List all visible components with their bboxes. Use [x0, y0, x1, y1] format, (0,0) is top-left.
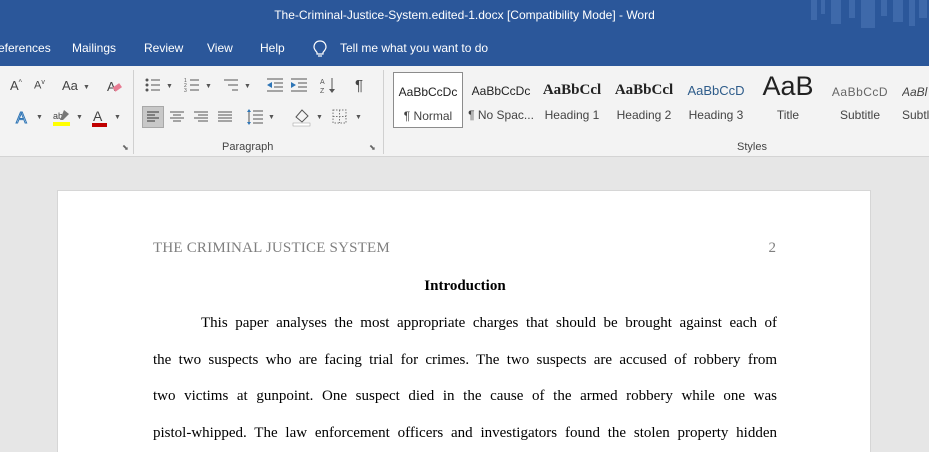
lightbulb-icon — [313, 40, 327, 57]
decrease-indent-icon[interactable] — [266, 77, 284, 93]
style-label: Heading 1 — [544, 108, 600, 122]
svg-text:Z: Z — [320, 88, 325, 94]
chevron-down-icon[interactable]: ▼ — [83, 84, 90, 91]
style-sample: AaBbCcl — [614, 82, 674, 98]
chevron-down-icon[interactable]: ▼ — [244, 83, 251, 90]
style-sample: AaB — [762, 71, 814, 101]
group-divider — [383, 70, 384, 154]
chevron-down-icon[interactable]: ▼ — [316, 114, 323, 121]
justify-icon[interactable] — [217, 108, 233, 126]
paragraph-line: the two suspects who are facing trial fo… — [153, 352, 777, 368]
style-heading-1[interactable]: AaBbCcl Heading 1 — [539, 72, 605, 128]
ribbon-tabs: eferences Mailings Review View Help Tell… — [0, 32, 929, 66]
style-no-spacing[interactable]: AaBbCcDc ¶ No Spac... — [465, 72, 537, 128]
tab-help[interactable]: Help — [260, 41, 285, 55]
chevron-down-icon[interactable]: ▼ — [166, 83, 173, 90]
text-effects-icon[interactable]: A — [14, 108, 32, 127]
ribbon: A^ Av Aa ▼ A A ▼ ab ▼ A ▼ ⬊ ▼ 123 ▼ ▼ A … — [0, 66, 929, 157]
paragraph-dialog-launcher-icon[interactable]: ⬊ — [369, 143, 376, 152]
style-label: Subtitle — [839, 108, 881, 122]
grow-font-icon[interactable]: A^ — [10, 78, 22, 93]
svg-text:A: A — [93, 108, 103, 124]
style-label: ¶ Normal — [403, 109, 453, 123]
chevron-down-icon[interactable]: ▼ — [76, 114, 83, 121]
group-divider — [133, 70, 134, 154]
style-label: ¶ No Spac... — [468, 108, 534, 122]
increase-indent-icon[interactable] — [290, 77, 308, 93]
chevron-down-icon[interactable]: ▼ — [205, 83, 212, 90]
borders-icon[interactable] — [332, 109, 348, 125]
style-heading-2[interactable]: AaBbCcl Heading 2 — [611, 72, 677, 128]
font-color-icon[interactable]: A — [91, 108, 109, 128]
style-label: Title — [776, 108, 800, 122]
align-right-icon[interactable] — [193, 108, 209, 126]
multilevel-list-icon[interactable] — [222, 77, 240, 93]
title-bar-pattern — [811, 0, 927, 28]
chevron-down-icon[interactable]: ▼ — [355, 114, 362, 121]
bullets-icon[interactable] — [145, 77, 161, 93]
style-label: Heading 2 — [616, 108, 672, 122]
svg-text:A: A — [320, 79, 325, 86]
style-label: Heading 3 — [688, 108, 744, 122]
styles-group-label: Styles — [737, 141, 767, 153]
style-label: Subtl — [902, 108, 929, 122]
style-sample: AaBbCcDc — [471, 84, 531, 98]
paragraph-line: pistol-whipped. The law enforcement offi… — [153, 425, 777, 441]
tab-view[interactable]: View — [207, 41, 233, 55]
align-left-icon — [147, 111, 159, 122]
tab-references[interactable]: eferences — [0, 41, 51, 55]
highlight-color-icon[interactable]: ab — [52, 108, 72, 128]
tab-mailings[interactable]: Mailings — [72, 41, 116, 55]
style-subtle-emphasis[interactable]: AaBl Subtl — [899, 72, 929, 128]
style-sample: AaBbCcl — [542, 82, 602, 98]
style-sample: AaBbCcDc — [398, 85, 458, 99]
shrink-font-icon[interactable]: Av — [34, 79, 45, 92]
chevron-down-icon[interactable]: ▼ — [114, 114, 121, 121]
tell-me-search[interactable]: Tell me what you want to do — [340, 41, 488, 55]
title-bar: The-Criminal-Justice-System.edited-1.doc… — [0, 0, 929, 32]
sort-icon[interactable]: A Z — [320, 76, 336, 94]
change-case-button[interactable]: Aa — [62, 78, 78, 93]
numbering-icon[interactable]: 123 — [184, 77, 200, 93]
svg-text:3: 3 — [184, 88, 187, 93]
font-dialog-launcher-icon[interactable]: ⬊ — [122, 143, 129, 152]
clear-formatting-icon[interactable]: A — [106, 78, 122, 94]
style-sample: AaBbCcD — [687, 83, 745, 98]
tab-review[interactable]: Review — [144, 41, 183, 55]
align-center-icon[interactable] — [169, 108, 185, 126]
running-head: THE CRIMINAL JUSTICE SYSTEM — [153, 240, 390, 256]
section-heading: Introduction — [424, 278, 506, 294]
align-left-button[interactable] — [142, 106, 164, 128]
svg-text:A: A — [16, 110, 27, 126]
paragraph-group-label: Paragraph — [222, 141, 274, 153]
style-normal[interactable]: AaBbCcDc ¶ Normal — [393, 72, 463, 128]
line-spacing-icon[interactable] — [246, 108, 264, 126]
page-number: 2 — [768, 240, 777, 256]
style-subtitle[interactable]: AaBbCcD Subtitle — [827, 72, 893, 128]
chevron-down-icon[interactable]: ▼ — [268, 114, 275, 121]
style-sample: AaBbCcD — [831, 85, 889, 99]
pilcrow-icon[interactable]: ¶ — [355, 77, 363, 94]
style-title[interactable]: AaB Title — [755, 71, 821, 128]
style-sample: AaBl — [902, 85, 928, 99]
style-heading-3[interactable]: AaBbCcD Heading 3 — [683, 72, 749, 128]
paragraph-line: This paper analyses the most appropriate… — [201, 315, 777, 331]
document-page[interactable]: THE CRIMINAL JUSTICE SYSTEM 2 Introducti… — [57, 190, 871, 452]
chevron-down-icon[interactable]: ▼ — [36, 114, 43, 121]
window-title: The-Criminal-Justice-System.edited-1.doc… — [274, 8, 655, 22]
paragraph-line: two victims at gunpoint. One suspect die… — [153, 388, 777, 404]
shading-icon[interactable] — [292, 107, 312, 127]
